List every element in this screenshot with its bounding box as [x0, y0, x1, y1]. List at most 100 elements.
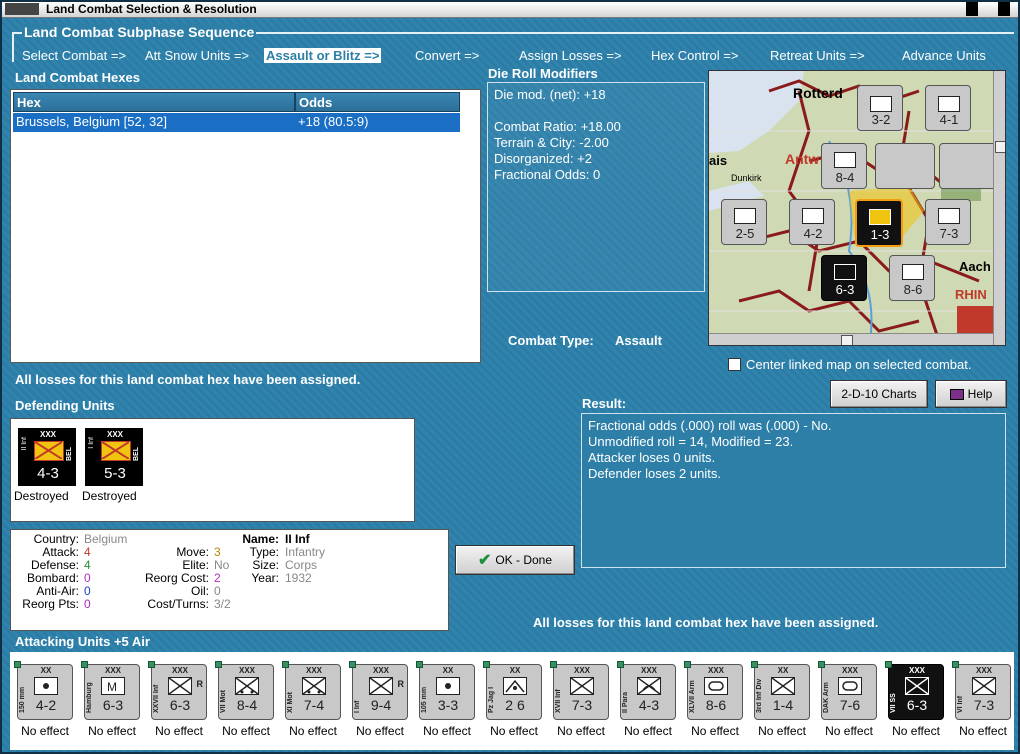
attacking-unit[interactable]: XXX Hamburg M 6-3 — [81, 661, 140, 720]
drm-line: Fractional Odds: 0 — [494, 167, 601, 182]
result-line: Attacker loses 0 units. — [588, 450, 716, 465]
help-button-label: Help — [967, 387, 993, 401]
defending-unit[interactable]: XXX II Inf BEL 4-3 — [18, 428, 76, 486]
map-counter[interactable]: 8-6 — [889, 255, 935, 301]
map-counter[interactable]: 7-3 — [925, 199, 971, 245]
step-att-snow-units[interactable]: Att Snow Units => — [145, 48, 249, 63]
close-button[interactable] — [998, 2, 1010, 16]
center-map-checkbox[interactable] — [728, 358, 741, 371]
map-counter[interactable]: 8-4 — [821, 143, 867, 189]
attacking-unit[interactable]: XXX VI Inf 7-3 — [952, 661, 1011, 720]
attacking-unit[interactable]: XX 150 mm 4-2 — [14, 661, 73, 720]
detail-value: Belgium — [84, 532, 128, 546]
book-icon — [949, 388, 964, 400]
linked-map[interactable]: Rotterd Antw ais Dunkirk Aach RHIN Dy 3-… — [708, 70, 1006, 346]
attacking-unit[interactable]: XXX DAK Arm 7-6 — [818, 661, 877, 720]
attacking-unit[interactable]: XXX VII Mot 8-4 — [215, 661, 274, 720]
defending-unit[interactable]: XXX I Inf BEL 5-3 — [85, 428, 143, 486]
attacking-unit[interactable]: XXX XXVII Inf R 6-3 — [148, 661, 207, 720]
step-select-combat[interactable]: Select Combat => — [22, 48, 126, 63]
map-label: Antw — [785, 151, 820, 167]
unit-reserve-flag: R — [196, 679, 204, 689]
col-odds-header[interactable]: Odds — [295, 92, 460, 112]
minimize-button[interactable] — [966, 2, 978, 16]
step-hex-control[interactable]: Hex Control => — [651, 48, 738, 63]
map-counter-selected[interactable]: 1-3 — [855, 199, 903, 247]
losses-assigned-message: All losses for this land combat hex have… — [15, 372, 361, 387]
unit-strength: 7-3 — [571, 697, 593, 713]
map-hscroll-thumb[interactable] — [841, 335, 853, 345]
detail-key: Defense: — [30, 558, 79, 572]
map-hscrollbar[interactable] — [709, 333, 993, 345]
attacking-unit[interactable]: XX Pz Jag I2 6 — [483, 661, 542, 720]
detail-value: 0 — [84, 571, 91, 585]
step-advance-units[interactable]: Advance Units — [902, 48, 986, 63]
map-counter[interactable] — [939, 143, 999, 189]
unit-result-label: No effect — [892, 724, 940, 738]
drm-line: Terrain & City: -2.00 — [494, 135, 609, 150]
map-label: Rotterd — [793, 85, 843, 101]
detail-value: Infantry — [285, 545, 326, 559]
map-vscrollbar[interactable] — [993, 71, 1005, 345]
attacking-unit[interactable]: XXX XVII Inf 7-3 — [550, 661, 609, 720]
unit-details-panel: Country: Belgium Attack: 4 Defense: 4 Bo… — [10, 529, 449, 631]
attacking-unit[interactable]: XXX II Para 4-3 — [617, 661, 676, 720]
map-vscroll-thumb[interactable] — [995, 141, 1005, 153]
mot-unit-icon — [235, 677, 259, 695]
unit-strength: 5-3 — [104, 465, 126, 482]
step-retreat-units[interactable]: Retreat Units => — [770, 48, 865, 63]
unit-result-label: No effect — [490, 724, 538, 738]
col-hex-header[interactable]: Hex — [13, 92, 295, 112]
defending-units-panel: XXX II Inf BEL 4-3 Destroyed XXX I Inf B… — [10, 418, 415, 522]
art-unit-icon — [34, 677, 58, 695]
attacking-unit[interactable]: XXX XLVII Arm 8-6 — [684, 661, 743, 720]
inf-unit-icon — [771, 677, 795, 695]
unit-reserve-flag: R — [397, 679, 405, 689]
title-bar: Land Combat Selection & Resolution — [2, 2, 1018, 18]
map-counter[interactable]: 4-2 — [789, 199, 835, 245]
detail-key: Anti-Air: — [36, 584, 79, 598]
attacking-unit[interactable]: XX 105 mm 3-3 — [416, 661, 475, 720]
land-combat-hexes-table[interactable]: Hex Odds Brussels, Belgium [52, 32] +18 … — [10, 89, 481, 363]
unit-strength: 4-3 — [638, 697, 660, 713]
map-counter[interactable]: 2-5 — [721, 199, 767, 245]
map-counter[interactable]: 6-3 — [821, 255, 867, 301]
window-menu-icon[interactable] — [5, 3, 39, 15]
detail-value: 4 — [84, 545, 91, 559]
detail-key: Year: — [251, 571, 279, 585]
inf-unit-icon — [972, 677, 996, 695]
svg-text:M: M — [107, 680, 117, 694]
odds-cell: +18 (80.5:9) — [298, 114, 369, 129]
drm-line: Die mod. (net): +18 — [494, 87, 606, 102]
attacking-unit[interactable]: XXX VII SS 6-3 — [885, 661, 944, 720]
unit-strength: 2 6 — [505, 697, 525, 713]
map-counter[interactable] — [875, 143, 935, 189]
checkmark-icon: ✔ — [477, 552, 492, 569]
step-assault-or-blitz[interactable]: Assault or Blitz => — [264, 48, 382, 63]
table-header: Hex Odds — [13, 92, 460, 112]
detail-key: Reorg Pts: — [22, 597, 79, 611]
attacking-unit[interactable]: XXX XI Mot 7-4 — [282, 661, 341, 720]
unit-result-label: No effect — [21, 724, 69, 738]
map-counter[interactable]: 3-2 — [857, 85, 903, 131]
unit-status: Destroyed — [82, 489, 137, 503]
unit-result-label: No effect — [222, 724, 270, 738]
step-convert[interactable]: Convert => — [415, 48, 479, 63]
die-roll-modifiers-title: Die Roll Modifiers — [488, 66, 598, 81]
unit-name: II Inf — [21, 437, 28, 451]
result-line: Unmodified roll = 14, Modified = 23. — [588, 434, 794, 449]
unit-strength: 9-4 — [370, 697, 392, 713]
defending-units-title: Defending Units — [15, 398, 115, 413]
table-row[interactable]: Brussels, Belgium [52, 32] +18 (80.5:9) — [13, 113, 460, 132]
attacking-unit[interactable]: XXX I Inf R 9-4 — [349, 661, 408, 720]
attacking-unit[interactable]: XX 3rd Inf Div 1-4 — [751, 661, 810, 720]
2d10-charts-button[interactable]: 2-D-10 Charts — [830, 380, 928, 408]
help-button[interactable]: Help — [935, 380, 1007, 408]
ok-done-button[interactable]: ✔ OK - Done — [455, 545, 575, 575]
inf-unit-icon — [570, 677, 594, 695]
mtn-unit-icon: M — [101, 677, 125, 695]
subphase-sequence-title: Land Combat Subphase Sequence — [22, 24, 257, 40]
map-counter[interactable]: 4-1 — [925, 85, 971, 131]
detail-key: Cost/Turns: — [147, 597, 209, 611]
step-assign-losses[interactable]: Assign Losses => — [519, 48, 622, 63]
